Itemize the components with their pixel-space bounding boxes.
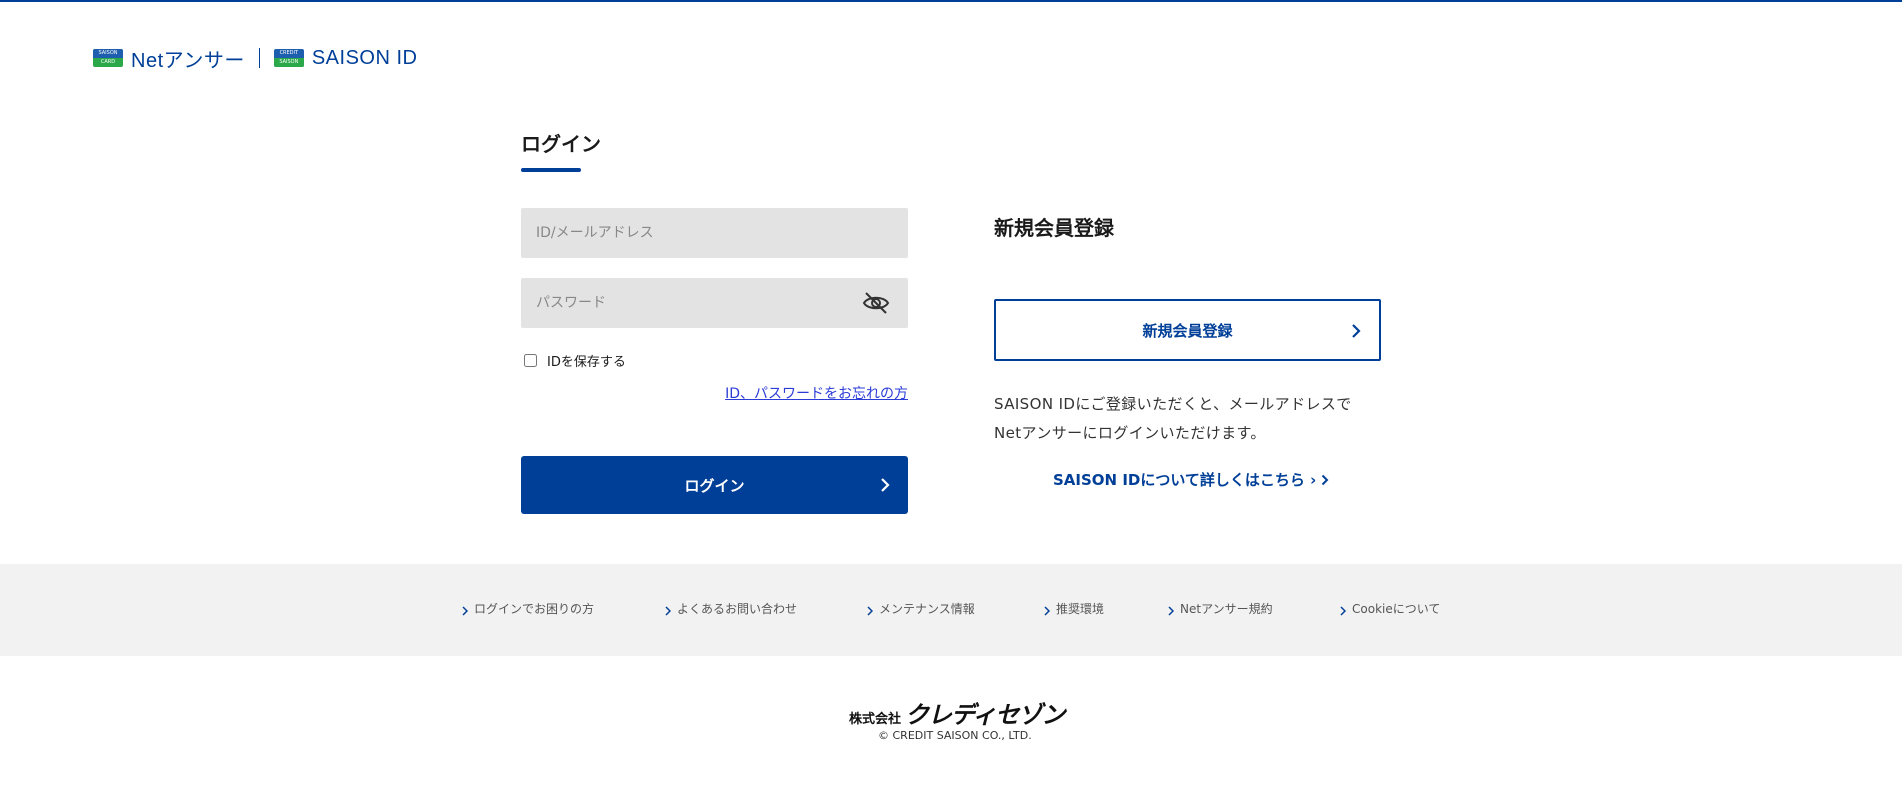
footer-link-label: Cookieについて: [1352, 602, 1441, 616]
login-title: ログイン: [521, 132, 601, 156]
footer-link-terms[interactable]: Netアンサー規約: [1168, 600, 1273, 617]
company-name: クレディセゾン: [905, 701, 1065, 729]
forgot-credentials-link[interactable]: ID、パスワードをお忘れの方: [725, 383, 908, 403]
remember-id-checkbox[interactable]: [524, 354, 537, 367]
chevron-right-icon: [1322, 474, 1329, 485]
footer-link-label: メンテナンス情報: [879, 602, 975, 616]
footer-links-band: ログインでお困りの方 よくあるお問い合わせ メンテナンス情報 推奨環境 Netア…: [0, 564, 1902, 656]
netanswer-logo-text: Netアンサー: [131, 49, 245, 72]
login-button[interactable]: ログイン: [521, 456, 908, 514]
footer-link-label: Netアンサー規約: [1180, 602, 1273, 616]
register-description: SAISON IDにご登録いただくと、メールアドレスで Netアンサーにログイン…: [994, 390, 1394, 448]
saison-card-logo-icon: SAISON CARD: [93, 49, 123, 67]
chevron-right-icon: [867, 606, 873, 616]
credit-saison-logo-icon: CREDIT SAISON: [273, 49, 304, 67]
chevron-right-icon: [1340, 606, 1346, 616]
chevron-right-icon: [665, 606, 671, 616]
footer-link-maintenance[interactable]: メンテナンス情報: [867, 600, 975, 617]
chevron-right-icon: [881, 478, 890, 492]
chevron-right-icon: [1168, 606, 1174, 616]
top-border: [0, 0, 1902, 2]
eye-slash-icon[interactable]: [862, 291, 890, 315]
password-field-container: [521, 278, 908, 328]
copyright-text: © CREDIT SAISON CO., LTD.: [878, 729, 1032, 742]
footer-link-faq[interactable]: よくあるお問い合わせ: [665, 600, 797, 617]
saison-id-info-link-label: SAISON IDについて詳しくはこちら ›: [1053, 471, 1317, 489]
footer-link-environment[interactable]: 推奨環境: [1044, 600, 1104, 617]
footer-link-label: ログインでお困りの方: [474, 602, 595, 616]
login-button-label: ログイン: [684, 476, 745, 495]
chevron-right-icon: [1352, 324, 1361, 338]
register-button[interactable]: 新規会員登録: [994, 299, 1381, 361]
saison-id-logo-text: SAISON ID: [311, 46, 418, 69]
register-heading: 新規会員登録: [994, 216, 1114, 240]
register-description-line1: SAISON IDにご登録いただくと、メールアドレスで: [994, 395, 1352, 413]
remember-id-option[interactable]: IDを保存する: [524, 351, 626, 370]
company-prefix: 株式会社: [849, 712, 902, 727]
saison-id-info-link[interactable]: SAISON IDについて詳しくはこちら ›: [1053, 469, 1329, 490]
credit-saison-corporate-logo: 株式会社 クレディセゾン: [849, 695, 1065, 730]
chevron-right-icon: [1044, 606, 1050, 616]
id-field-container: [521, 208, 908, 258]
remember-id-label: IDを保存する: [547, 355, 626, 370]
register-description-line2: Netアンサーにログインいただけます。: [994, 424, 1266, 442]
register-button-label: 新規会員登録: [1142, 321, 1233, 340]
password-input[interactable]: [521, 278, 908, 328]
footer-link-cookie[interactable]: Cookieについて: [1340, 600, 1440, 617]
id-email-input[interactable]: [521, 208, 908, 258]
footer-link-label: 推奨環境: [1056, 602, 1105, 616]
header-divider: [258, 48, 260, 68]
site-header: SAISON CARD Netアンサー CREDIT SAISON SAISON…: [93, 46, 418, 72]
chevron-right-icon: [462, 606, 468, 616]
footer-link-label: よくあるお問い合わせ: [677, 602, 798, 616]
login-title-underline: [521, 168, 581, 172]
footer-link-login-help[interactable]: ログインでお困りの方: [462, 600, 594, 617]
